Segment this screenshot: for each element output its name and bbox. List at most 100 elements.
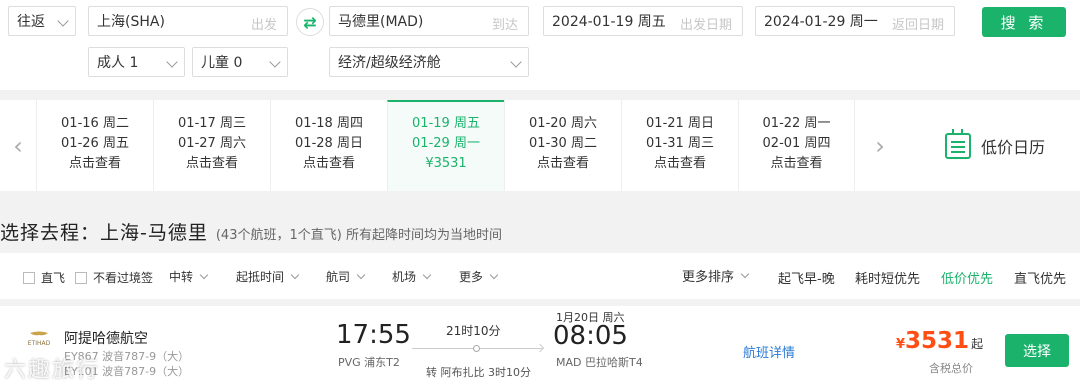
calendar-label: 低价日历 <box>981 137 1046 157</box>
sort-direct-first[interactable]: 直飞优先 <box>1014 268 1066 287</box>
sort-depart-early[interactable]: 起飞早-晚 <box>778 268 835 287</box>
adults-select[interactable]: 成人 1 <box>88 47 185 77</box>
stopover-info: 转 阿布扎比 3时10分 <box>426 366 531 379</box>
date-cell-price: 点击查看 <box>536 156 589 171</box>
time-filter-dropdown[interactable]: 起抵时间 <box>228 263 306 289</box>
chevron-down-icon <box>199 270 209 279</box>
sort-lowest-price[interactable]: 低价优先 <box>941 268 993 287</box>
date-cell-price: 点击查看 <box>185 156 238 171</box>
more-filter-dropdown[interactable]: 更多 <box>451 263 505 289</box>
next-dates-button[interactable]: › <box>862 100 898 191</box>
date-cell[interactable]: 01-16 周二 01-26 周五 点击查看 <box>36 100 153 191</box>
transfer-filter-dropdown[interactable]: 中转 <box>161 263 215 289</box>
date-cell-return: 01-29 周一 <box>412 136 480 151</box>
to-city-value: 马德里(MAD) <box>338 14 424 30</box>
date-cell-depart: 01-22 周一 <box>762 116 831 131</box>
departure-time: 17:55 <box>336 320 411 350</box>
trip-type-select[interactable]: 往返 <box>8 6 76 36</box>
chevron-down-icon <box>740 269 750 278</box>
chevron-down-icon <box>356 270 366 279</box>
dropdown-label: 更多排序 <box>682 269 735 285</box>
airport-filter-dropdown[interactable]: 机场 <box>384 263 438 289</box>
swap-icon: ⇄ <box>303 12 317 32</box>
direct-only-checkbox[interactable]: 直飞 <box>23 269 65 286</box>
date-cell[interactable]: 01-17 周三 01-27 周六 点击查看 <box>153 100 270 191</box>
route-header: 选择去程：上海-马德里 (43个航班，1个直飞) 所有起降时间均为当地时间 <box>0 218 502 245</box>
no-transit-visa-checkbox[interactable]: 不看过境签 <box>75 269 153 286</box>
chevron-down-icon <box>166 56 178 68</box>
depart-date-placeholder: 出发日期 <box>679 18 732 33</box>
date-cell[interactable]: 01-20 周六 01-30 周二 点击查看 <box>504 100 621 191</box>
airline-name: 阿提哈德航空 <box>64 331 148 347</box>
date-cell[interactable]: 01-21 周日 01-31 周三 点击查看 <box>621 100 738 191</box>
trip-type-value: 往返 <box>17 14 45 30</box>
sort-shortest[interactable]: 耗时短优先 <box>855 268 920 287</box>
date-price-bar: ‹ 01-16 周二 01-26 周五 点击查看 01-17 周三 01-27 … <box>0 100 1080 191</box>
page-title: 选择去程：上海-马德里 <box>0 222 208 244</box>
date-cell-return: 01-30 周二 <box>529 136 597 151</box>
arrival-time: 08:05 <box>553 321 628 351</box>
route-line <box>412 343 545 353</box>
watermark: 六趣旅行 <box>4 358 101 383</box>
swap-cities-button[interactable]: ⇄ <box>296 8 324 36</box>
date-cell-return: 02-01 周四 <box>762 136 831 151</box>
adults-value: 成人 1 <box>97 55 139 71</box>
chevron-down-icon <box>57 15 69 27</box>
date-cell[interactable]: 01-22 周一 02-01 周四 点击查看 <box>738 100 855 191</box>
more-sort-dropdown[interactable]: 更多排序 <box>674 262 756 288</box>
date-cell-return: 01-26 周五 <box>61 136 129 151</box>
from-city-input[interactable]: 上海(SHA) 出发 <box>88 6 288 36</box>
from-city-value: 上海(SHA) <box>97 14 165 30</box>
airline-filter-dropdown[interactable]: 航司 <box>318 263 372 289</box>
dropdown-label: 起抵时间 <box>236 269 285 284</box>
logo-text: ETIHAD <box>28 340 51 347</box>
checkbox-label: 不看过境签 <box>93 271 154 285</box>
to-city-input[interactable]: 马德里(MAD) 到达 <box>329 6 529 36</box>
date-cell-depart: 01-18 周四 <box>295 116 363 131</box>
checkbox-box <box>75 271 87 284</box>
date-cell-price: 点击查看 <box>653 156 706 171</box>
chevron-left-icon: ‹ <box>13 131 23 160</box>
date-cell-depart: 01-21 周日 <box>646 116 714 131</box>
chevron-down-icon <box>510 56 522 68</box>
checkbox-box <box>23 271 35 284</box>
date-cell-price: 点击查看 <box>770 156 823 171</box>
tax-note: 含税总价 <box>929 362 973 375</box>
chevron-down-icon <box>269 56 281 68</box>
date-cell-return: 01-31 周三 <box>646 136 714 151</box>
date-cell[interactable]: 01-18 周四 01-28 周日 点击查看 <box>270 100 387 191</box>
search-button[interactable]: 搜 索 <box>982 7 1066 37</box>
date-cell-selected[interactable]: 01-19 周五 01-29 周一 ¥3531 <box>387 100 504 191</box>
dropdown-label: 机场 <box>392 269 417 284</box>
chevron-down-icon <box>422 270 432 279</box>
date-cell-return: 01-27 周六 <box>178 136 246 151</box>
depart-date-input[interactable]: 2024-01-19 周五 出发日期 <box>543 6 743 36</box>
date-cell-price: 点击查看 <box>68 156 121 171</box>
price-suffix: 起 <box>971 337 984 351</box>
cabin-value: 经济/超级经济舱 <box>338 55 441 71</box>
to-placeholder: 到达 <box>491 18 518 33</box>
select-flight-button[interactable]: 选择 <box>1005 334 1069 367</box>
price-amount: 3531 <box>905 328 970 354</box>
dropdown-label: 航司 <box>326 269 351 284</box>
flight-duration: 21时10分 <box>446 324 501 338</box>
children-select[interactable]: 儿童 0 <box>192 47 288 77</box>
return-date-input[interactable]: 2024-01-29 周一 返回日期 <box>755 6 955 36</box>
route-subtitle: (43个航班，1个直飞) 所有起降时间均为当地时间 <box>215 228 502 243</box>
arrow-right-icon <box>535 343 545 353</box>
cabin-select[interactable]: 经济/超级经济舱 <box>329 47 529 77</box>
chevron-down-icon <box>489 270 499 279</box>
date-cell-price: 点击查看 <box>302 156 355 171</box>
return-date-placeholder: 返回日期 <box>891 18 944 33</box>
flight-details-link[interactable]: 航班详情 <box>743 342 795 361</box>
stopover-dot-icon <box>473 345 480 352</box>
children-value: 儿童 0 <box>201 55 243 71</box>
low-price-calendar-button[interactable]: 低价日历 <box>945 100 1045 191</box>
date-cell-depart: 01-20 周六 <box>529 116 597 131</box>
arrival-airport: MAD 巴拉哈斯T4 <box>556 356 643 369</box>
calendar-icon <box>945 128 971 159</box>
checkbox-label: 直飞 <box>41 271 66 285</box>
prev-dates-button[interactable]: ‹ <box>0 100 36 191</box>
filter-bar: 直飞 不看过境签 中转 起抵时间 航司 机场 更多 更多排序 起飞早-晚 耗时短… <box>0 253 1080 299</box>
from-placeholder: 出发 <box>250 18 277 33</box>
